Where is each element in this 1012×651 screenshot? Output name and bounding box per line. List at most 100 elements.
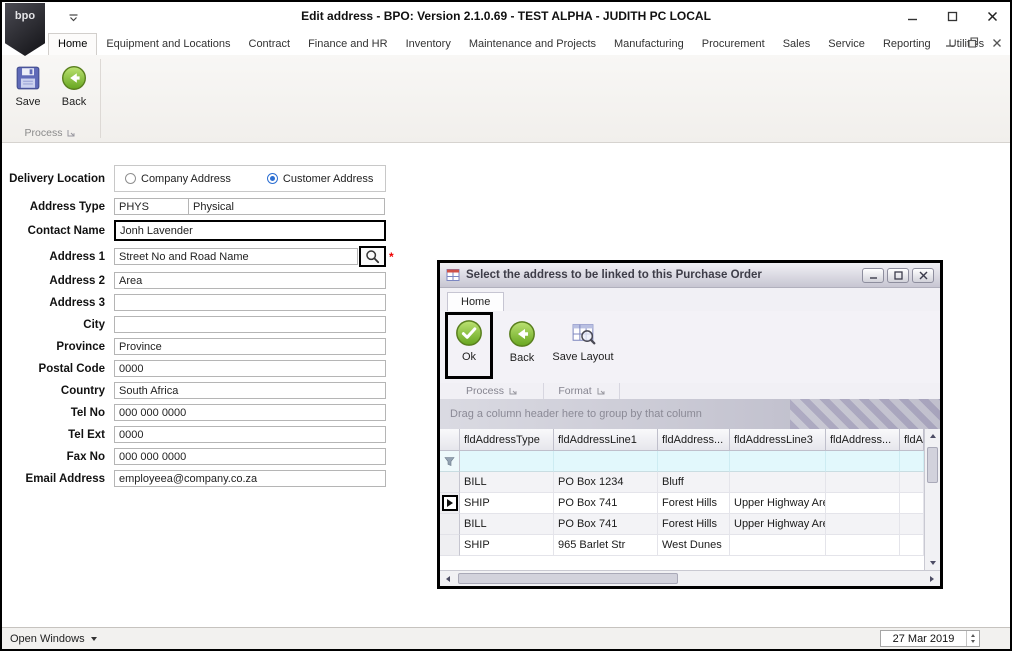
grid-cell[interactable] [730, 535, 826, 556]
province-input[interactable] [114, 338, 386, 355]
dialog-back-button[interactable]: Back [499, 316, 545, 364]
open-windows-button[interactable]: Open Windows [10, 628, 97, 649]
vertical-scroll-thumb[interactable] [927, 447, 938, 483]
dialog-close-button[interactable] [912, 267, 934, 283]
grid-cell[interactable] [900, 514, 924, 535]
tel-no-input[interactable] [114, 404, 386, 421]
table-row-selected[interactable]: SHIP PO Box 741 Forest Hills Upper Highw… [440, 493, 924, 514]
address-lookup-button[interactable] [359, 246, 386, 267]
filter-cell[interactable] [658, 451, 730, 472]
grid-cell[interactable] [730, 472, 826, 493]
grid-cell[interactable]: Upper Highway Area [730, 493, 826, 514]
group-dialog-launcher-icon[interactable] [597, 387, 605, 395]
grid-cell[interactable]: BILL [460, 514, 554, 535]
tab-procurement[interactable]: Procurement [693, 34, 774, 55]
grid-cell[interactable]: SHIP [460, 493, 554, 514]
tab-reporting[interactable]: Reporting [874, 34, 940, 55]
grid-cell[interactable]: PO Box 741 [554, 514, 658, 535]
grid-cell[interactable]: Forest Hills [658, 514, 730, 535]
tab-finance-and-hr[interactable]: Finance and HR [299, 34, 397, 55]
grid-cell[interactable]: Bluff [658, 472, 730, 493]
city-input[interactable] [114, 316, 386, 333]
date-picker[interactable]: 27 Mar 2019 [880, 630, 980, 647]
grid-cell[interactable] [826, 472, 900, 493]
table-row[interactable]: SHIP 965 Barlet Str West Dunes [440, 535, 924, 556]
ribbon-close-button[interactable] [992, 35, 1002, 53]
grid-cell[interactable]: PO Box 1234 [554, 472, 658, 493]
country-input[interactable] [114, 382, 386, 399]
tab-contract[interactable]: Contract [240, 34, 300, 55]
grid-cell[interactable]: 965 Barlet Str [554, 535, 658, 556]
close-button[interactable] [980, 6, 1004, 26]
column-header-fldaddressline4[interactable]: fldAddress... [826, 429, 900, 451]
horizontal-scroll-thumb[interactable] [458, 573, 678, 584]
grid-cell[interactable] [900, 472, 924, 493]
filter-cell[interactable] [826, 451, 900, 472]
grid-cell[interactable]: PO Box 741 [554, 493, 658, 514]
ribbon-restore-button[interactable] [968, 35, 979, 53]
quick-access-toolbar-chevron-icon[interactable] [68, 10, 79, 28]
address-3-input[interactable] [114, 294, 386, 311]
ribbon-minimize-button[interactable] [945, 35, 955, 53]
radio-company-address[interactable]: Company Address [125, 173, 231, 185]
group-dialog-launcher-icon[interactable] [67, 129, 75, 137]
column-header-fldaddressline3[interactable]: fldAddressLine3 [730, 429, 826, 451]
tab-equipment-and-locations[interactable]: Equipment and Locations [97, 34, 239, 55]
grid-cell[interactable]: West Dunes [658, 535, 730, 556]
scroll-left-button[interactable] [440, 572, 456, 586]
back-button[interactable]: Back [52, 61, 96, 112]
filter-cell[interactable] [554, 451, 658, 472]
table-row[interactable]: BILL PO Box 741 Forest Hills Upper Highw… [440, 514, 924, 535]
grid-cell[interactable]: SHIP [460, 535, 554, 556]
dialog-tab-home[interactable]: Home [447, 292, 505, 311]
date-spinner[interactable] [966, 631, 979, 646]
dialog-maximize-button[interactable] [887, 267, 909, 283]
group-dialog-launcher-icon[interactable] [509, 387, 517, 395]
grid-cell[interactable]: Forest Hills [658, 493, 730, 514]
column-header-fldaddress5[interactable]: fldAd... [900, 429, 924, 451]
filter-cell[interactable] [730, 451, 826, 472]
save-button[interactable]: Save [6, 61, 50, 112]
scroll-down-button[interactable] [925, 556, 941, 570]
scroll-up-button[interactable] [925, 429, 941, 443]
group-by-panel[interactable]: Drag a column header here to group by th… [440, 399, 940, 429]
filter-cell[interactable] [900, 451, 924, 472]
dialog-minimize-button[interactable] [862, 267, 884, 283]
tab-service[interactable]: Service [819, 34, 874, 55]
ok-button[interactable]: Ok [455, 315, 483, 376]
grid-cell[interactable] [826, 535, 900, 556]
column-header-fldaddressline2[interactable]: fldAddress... [658, 429, 730, 451]
horizontal-scrollbar[interactable] [440, 570, 940, 586]
minimize-button[interactable] [900, 6, 924, 26]
filter-cell[interactable] [460, 451, 554, 472]
address-type-code-input[interactable] [114, 198, 189, 215]
tab-sales[interactable]: Sales [774, 34, 820, 55]
maximize-button[interactable] [940, 6, 964, 26]
tab-home[interactable]: Home [48, 33, 98, 55]
tel-ext-input[interactable] [114, 426, 386, 443]
column-header-fldaddressline1[interactable]: fldAddressLine1 [554, 429, 658, 451]
tab-maintenance-and-projects[interactable]: Maintenance and Projects [460, 34, 605, 55]
address-2-input[interactable] [114, 272, 386, 289]
grid-cell[interactable]: BILL [460, 472, 554, 493]
save-layout-button[interactable]: Save Layout [550, 316, 616, 363]
grid-cell[interactable] [900, 493, 924, 514]
vertical-scrollbar[interactable] [924, 429, 940, 570]
email-address-input[interactable] [114, 470, 386, 487]
scroll-right-button[interactable] [924, 572, 940, 586]
grid-cell[interactable] [900, 535, 924, 556]
contact-name-input[interactable] [114, 220, 386, 241]
tab-manufacturing[interactable]: Manufacturing [605, 34, 693, 55]
address-type-description-input[interactable] [188, 198, 385, 215]
postal-code-input[interactable] [114, 360, 386, 377]
fax-no-input[interactable] [114, 448, 386, 465]
table-row[interactable]: BILL PO Box 1234 Bluff [440, 472, 924, 493]
tab-inventory[interactable]: Inventory [397, 34, 460, 55]
address-1-input[interactable] [114, 248, 358, 265]
grid-cell[interactable] [826, 493, 900, 514]
grid-cell[interactable] [826, 514, 900, 535]
grid-cell[interactable]: Upper Highway Area [730, 514, 826, 535]
dialog-titlebar[interactable]: Select the address to be linked to this … [440, 263, 940, 288]
radio-customer-address[interactable]: Customer Address [266, 173, 373, 185]
column-header-fldaddresstype[interactable]: fldAddressType [460, 429, 554, 451]
